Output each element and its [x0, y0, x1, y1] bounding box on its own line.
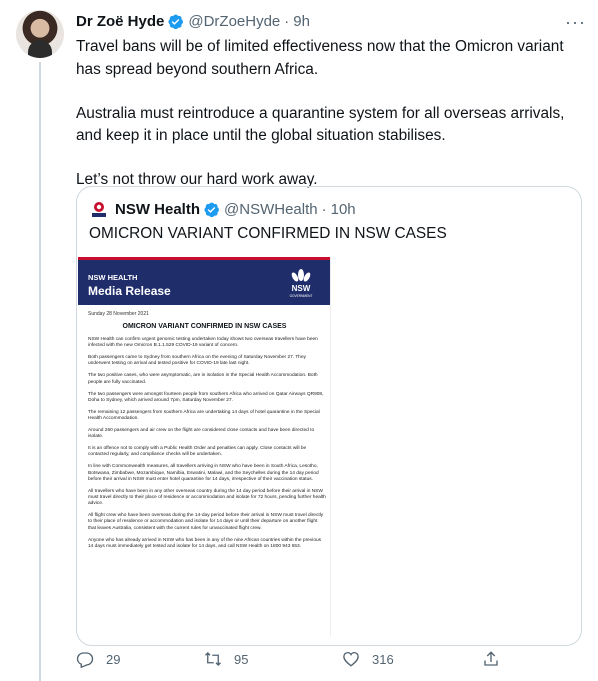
media-release-heading: OMICRON VARIANT CONFIRMED IN NSW CASES	[122, 323, 287, 330]
reply-count: 29	[106, 651, 121, 667]
tweet-paragraph: Travel bans will be of limited effective…	[76, 38, 564, 78]
tweet-header: Dr Zoë Hyde @DrZoeHyde · 9h	[76, 10, 586, 32]
media-release-paragraph: All travellers who have been in any othe…	[88, 488, 326, 507]
retweet-button[interactable]: 95	[204, 650, 248, 668]
logo-subtext: GOVERNMENT	[290, 294, 313, 298]
media-release-paragraph: Anyone who has already arrived in NSW wh…	[88, 537, 322, 549]
tweet-paragraph: Australia must reintroduce a quarantine …	[76, 104, 565, 145]
verified-badge-icon	[168, 14, 184, 29]
author-handle[interactable]: @DrZoeHyde	[188, 13, 280, 30]
media-release-paragraph: NSW Health can confirm urgent genomic te…	[88, 337, 318, 349]
media-release-kicker: NSW HEALTH	[88, 273, 138, 282]
quoted-tweet-text: OMICRON VARIANT CONFIRMED IN NSW CASES	[89, 225, 447, 242]
tweet-time[interactable]: 9h	[293, 13, 310, 30]
media-release-paragraph: The remaining 12 passengers from souther…	[88, 409, 320, 422]
media-release-title: Media Release	[88, 284, 171, 298]
separator-dot: ·	[284, 12, 290, 30]
separator-dot: ·	[321, 200, 327, 218]
heart-icon	[343, 651, 359, 667]
media-release-paragraph: The two passengers were amongst fourteen…	[88, 391, 324, 403]
like-button[interactable]: 316	[342, 650, 394, 668]
media-release-body: NSW Health can confirm urgent genomic te…	[88, 337, 326, 556]
thread-line	[39, 62, 41, 681]
media-release-date: Sunday 28 November 2021	[88, 311, 149, 317]
media-release-paragraph: All flight crew who have been overseas d…	[88, 513, 324, 531]
nsw-government-logo-icon: NSW GOVERNMENT	[290, 269, 313, 298]
retweet-count: 95	[234, 651, 249, 667]
quoted-tweet-header: NSW Health @NSWHealth · 10h	[89, 199, 356, 219]
media-release-paragraph: The two positive cases, who were asympto…	[88, 373, 318, 385]
quoted-tweet-time[interactable]: 10h	[331, 201, 356, 218]
media-release-paragraph: Around 260 passengers and air crew on th…	[88, 428, 315, 440]
quoted-author-handle[interactable]: @NSWHealth	[224, 201, 318, 218]
share-icon	[484, 651, 498, 666]
more-icon[interactable]: ···	[565, 12, 586, 33]
media-release-paragraph: Both passengers came to Sydney from sout…	[88, 355, 307, 367]
nsw-waratah-icon	[92, 202, 106, 217]
quoted-author-name[interactable]: NSW Health	[115, 201, 200, 218]
media-release-image[interactable]: NSW HEALTH Media Release NSW GOVERNMENT …	[78, 257, 331, 637]
tweet-text: Travel bans will be of limited effective…	[76, 36, 586, 192]
verified-badge-icon	[204, 202, 219, 217]
share-button[interactable]	[482, 650, 512, 668]
logo-text: NSW	[292, 284, 311, 293]
tweet: Dr Zoë Hyde @DrZoeHyde · 9h ··· Travel b…	[76, 10, 586, 646]
media-release-paragraph: In line with Commonwealth measures, all …	[88, 464, 319, 482]
reply-icon	[76, 652, 94, 668]
quoted-tweet[interactable]: NSW Health @NSWHealth · 10h OMICRON VARI…	[76, 186, 582, 646]
reply-button[interactable]: 29	[76, 650, 120, 668]
media-release-banner: NSW HEALTH Media Release NSW GOVERNMENT	[78, 257, 330, 305]
tweet-actions: 29 95 316	[76, 650, 586, 672]
author-name[interactable]: Dr Zoë Hyde	[76, 13, 164, 30]
author-avatar[interactable]	[16, 10, 64, 58]
retweet-icon	[205, 652, 221, 666]
media-release-paragraph: It is an offence not to comply with a Pu…	[88, 446, 307, 458]
like-count: 316	[372, 651, 394, 667]
